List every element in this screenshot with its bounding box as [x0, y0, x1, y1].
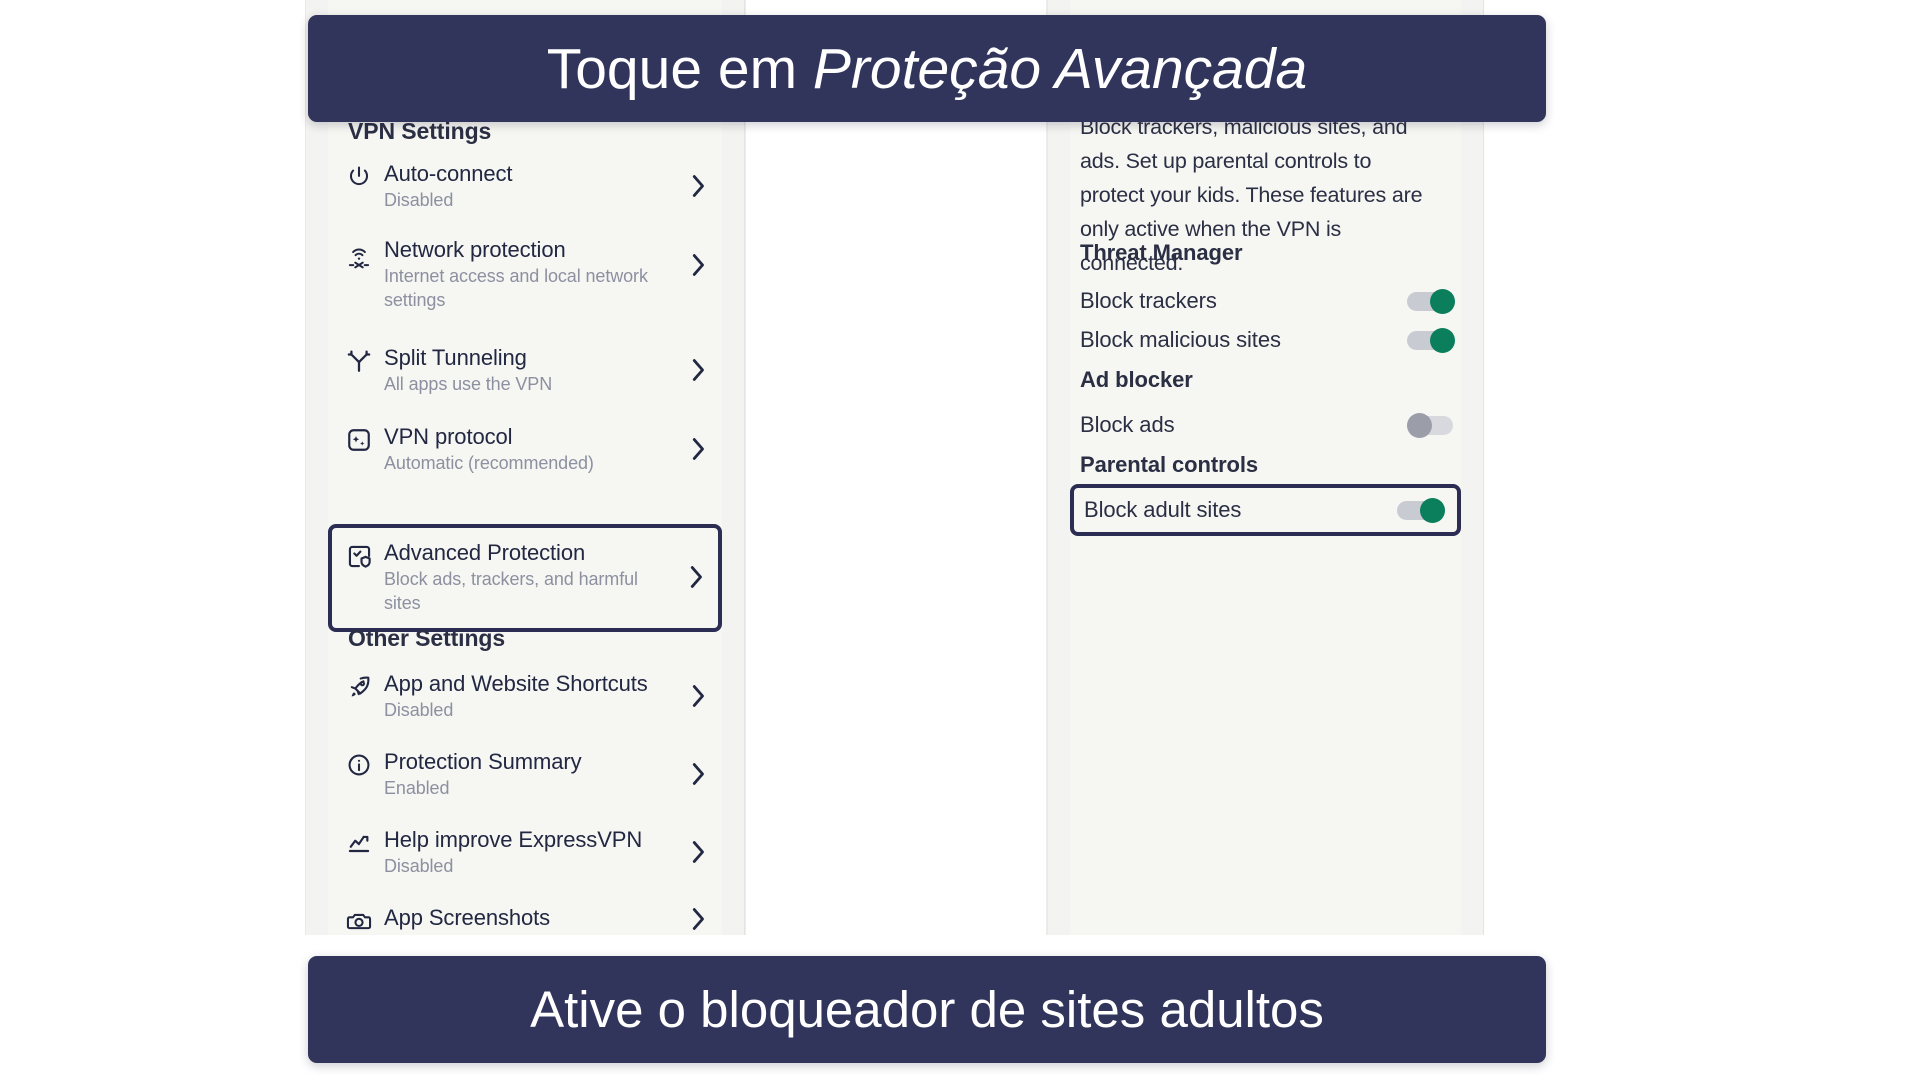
toggle-block-malicious-sites[interactable] [1407, 328, 1455, 353]
row-title: Advanced Protection [384, 540, 586, 565]
chevron-right-icon [682, 357, 716, 383]
toggle-label: Block malicious sites [1080, 327, 1281, 352]
banner-top-prefix: Toque em [546, 36, 813, 101]
row-subtitle: Block ads, trackers, and harmful sites [384, 569, 638, 613]
group-heading-parental-controls: Parental controls [1080, 452, 1259, 477]
row-title: Network protection [384, 237, 566, 262]
row-title: App Screenshots [384, 905, 551, 930]
toggle-knob [1430, 289, 1455, 314]
settings-list-panel: VPN Settings Auto-connect Disabled Netwo… [305, 0, 745, 935]
row-subtitle: Disabled [384, 856, 454, 876]
settings-row-vpn-protocol[interactable]: VPN protocol Automatic (recommended) [334, 415, 716, 483]
panel-left-edge [1048, 0, 1070, 935]
row-title: Split Tunneling [384, 345, 527, 370]
row-title: Auto-connect [384, 161, 513, 186]
row-subtitle: Disabled [384, 700, 454, 720]
network-icon [334, 236, 384, 272]
settings-row-advanced-protection[interactable]: Advanced Protection Block ads, trackers,… [328, 524, 722, 632]
row-subtitle: Enabled [384, 778, 450, 798]
settings-row-network-protection[interactable]: Network protection Internet access and l… [334, 228, 716, 320]
chart-icon [334, 826, 384, 856]
chevron-right-icon [682, 252, 716, 278]
section-header-other-settings: Other Settings [348, 625, 506, 651]
chevron-right-icon [680, 564, 714, 590]
banner-bottom-text: Ative o bloqueador de sites adultos [530, 981, 1324, 1038]
toggle-knob [1430, 328, 1455, 353]
settings-row-auto-connect[interactable]: Auto-connect Disabled [334, 152, 716, 220]
toggle-label: Block trackers [1080, 288, 1217, 313]
toggle-row-block-ads[interactable]: Block ads [1080, 405, 1455, 445]
power-icon [334, 160, 384, 190]
settings-row-app-screenshots[interactable]: App Screenshots [334, 896, 716, 935]
chevron-right-icon [682, 761, 716, 787]
group-heading-threat-manager: Threat Manager [1080, 240, 1243, 265]
chevron-right-icon [682, 683, 716, 709]
screenshot-stage: VPN Settings Auto-connect Disabled Netwo… [0, 0, 1919, 1079]
chevron-right-icon [682, 436, 716, 462]
toggle-knob [1420, 498, 1445, 523]
group-heading-ad-blocker: Ad blocker [1080, 367, 1193, 392]
toggle-row-block-adult-sites[interactable]: Block adult sites [1070, 484, 1461, 536]
toggle-label: Block adult sites [1084, 497, 1242, 522]
row-title: Help improve ExpressVPN [384, 827, 643, 852]
panel-separator-gap [745, 0, 1047, 935]
toggle-block-ads[interactable] [1407, 413, 1455, 438]
settings-row-help-improve[interactable]: Help improve ExpressVPN Disabled [334, 818, 716, 886]
advanced-protection-panel: Block trackers, malicious sites, and ads… [1047, 0, 1484, 935]
toggle-knob [1407, 413, 1432, 438]
rocket-icon [334, 670, 384, 700]
split-icon [334, 344, 384, 374]
settings-row-split-tunneling[interactable]: Split Tunneling All apps use the VPN [334, 336, 716, 404]
camera-icon [334, 904, 384, 934]
toggle-block-trackers[interactable] [1407, 289, 1455, 314]
toggle-row-block-malicious-sites[interactable]: Block malicious sites [1080, 320, 1455, 360]
chevron-right-icon [682, 839, 716, 865]
row-subtitle: Internet access and local network settin… [384, 266, 648, 310]
chevron-right-icon [682, 173, 716, 199]
row-subtitle: Disabled [384, 190, 454, 210]
instruction-banner-top: Toque em Proteção Avançada [308, 15, 1546, 122]
toggle-block-adult-sites[interactable] [1397, 498, 1445, 523]
panel-right-edge [1461, 0, 1483, 935]
row-subtitle: Automatic (recommended) [384, 453, 594, 473]
chevron-right-icon [682, 906, 716, 932]
banner-top-emphasis: Proteção Avançada [812, 36, 1308, 101]
toggle-label: Block ads [1080, 412, 1175, 437]
settings-row-app-website-shortcuts[interactable]: App and Website Shortcuts Disabled [334, 662, 716, 730]
protocol-icon [334, 423, 384, 453]
shield-check-icon [334, 539, 384, 570]
instruction-banner-bottom: Ative o bloqueador de sites adultos [308, 956, 1546, 1063]
panel-right-edge [722, 0, 744, 935]
toggle-row-block-trackers[interactable]: Block trackers [1080, 281, 1455, 321]
phone-screens-container: VPN Settings Auto-connect Disabled Netwo… [305, 0, 1535, 935]
row-title: VPN protocol [384, 424, 513, 449]
info-icon [334, 748, 384, 778]
row-subtitle: All apps use the VPN [384, 374, 553, 394]
section-header-vpn-settings: VPN Settings [348, 118, 492, 144]
row-title: Protection Summary [384, 749, 582, 774]
settings-row-protection-summary[interactable]: Protection Summary Enabled [334, 740, 716, 808]
row-title: App and Website Shortcuts [384, 671, 648, 696]
panel-left-edge [306, 0, 328, 935]
